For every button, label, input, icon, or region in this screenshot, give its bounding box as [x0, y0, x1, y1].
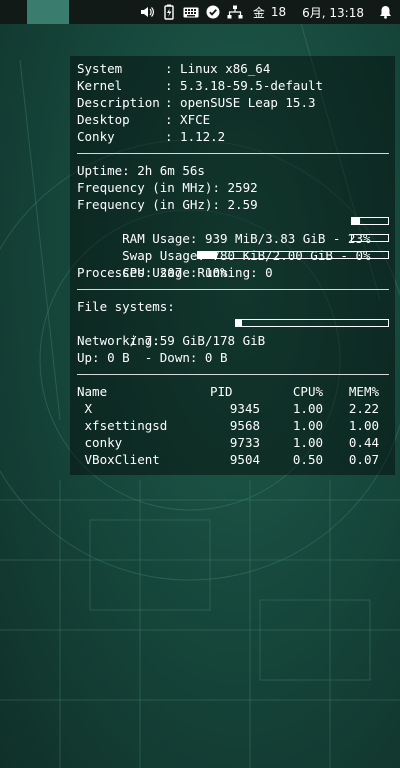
root-filesystem-bar-fill	[236, 320, 243, 326]
process-mem: 0.44	[348, 435, 379, 450]
bell-icon[interactable]	[376, 0, 394, 24]
divider	[77, 374, 389, 375]
column-header-mem: MEM%	[348, 384, 379, 399]
process-name: X	[77, 401, 93, 416]
process-cpu: 1.00	[292, 435, 323, 450]
info-key: System	[77, 61, 123, 76]
cpu-usage-row: CPU Usage: 10%	[77, 247, 395, 280]
divider	[77, 289, 389, 290]
process-row: X 9345 1.00 2.22	[77, 400, 395, 417]
column-header-name: Name	[77, 384, 108, 399]
ram-usage-row: RAM Usage: 939 MiB/3.83 GiB - 23%	[77, 213, 395, 246]
swap-usage-bar	[351, 234, 389, 242]
info-row-conky: Conky : 1.12.2	[77, 128, 395, 145]
workspace-button-active[interactable]	[27, 0, 69, 24]
process-pid: 9568	[229, 418, 260, 433]
column-header-cpu: CPU%	[292, 384, 323, 399]
clock-datetime[interactable]: 6月, 13:18	[302, 4, 364, 21]
ram-usage-bar-fill	[352, 218, 361, 224]
process-row: VBoxClient 9504 0.50 0.07	[77, 451, 395, 468]
battery-charging-icon[interactable]	[160, 0, 178, 24]
filesystems-label: File systems:	[77, 299, 175, 314]
filesystems-section: File systems: / 7.59 GiB/178 GiB Network…	[77, 298, 395, 366]
processes-text: Processes: 207 Running: 0	[77, 265, 273, 280]
process-row: xfsettingsd 9568 1.00 1.00	[77, 417, 395, 434]
info-row-description: Description : openSUSE Leap 15.3	[77, 94, 395, 111]
process-cpu: 1.00	[292, 401, 323, 416]
process-pid: 9345	[229, 401, 260, 416]
uptime-text: Uptime: 2h 6m 56s	[77, 163, 205, 178]
process-name: conky	[77, 435, 123, 450]
process-table: Name PID CPU% MEM% X 9345 1.00 2.22 xfse…	[77, 383, 395, 468]
cpu-usage-bar-fill	[198, 252, 217, 258]
process-name: VBoxClient	[77, 452, 160, 467]
stats-section: Uptime: 2h 6m 56s Frequency (in MHz): 25…	[77, 162, 395, 281]
divider	[77, 153, 389, 154]
info-row-system: System : Linux x86_64	[77, 60, 395, 77]
info-key: Conky	[77, 129, 115, 144]
info-key: Desktop	[77, 112, 130, 127]
column-header-pid: PID	[210, 384, 233, 399]
volume-icon[interactable]	[138, 0, 156, 24]
keyboard-icon[interactable]	[182, 0, 200, 24]
cpu-usage-bar	[197, 251, 389, 259]
process-name: xfsettingsd	[77, 418, 168, 433]
info-key: Description	[77, 95, 160, 110]
info-value: : Linux x86_64	[165, 61, 271, 76]
info-value: : 5.3.18-59.5-default	[165, 78, 324, 93]
process-pid: 9504	[229, 452, 260, 467]
process-cpu: 0.50	[292, 452, 323, 467]
clock-day-of-week[interactable]: 金	[253, 4, 265, 21]
process-cpu: 1.00	[292, 418, 323, 433]
info-value: : XFCE	[165, 112, 211, 127]
frequency-ghz-text: Frequency (in GHz): 2.59	[77, 197, 258, 212]
info-row-desktop: Desktop : XFCE	[77, 111, 395, 128]
clock-day[interactable]: 18	[271, 5, 286, 19]
process-mem: 0.07	[348, 452, 379, 467]
ram-usage-bar	[351, 217, 389, 225]
root-filesystem-bar	[235, 319, 389, 327]
process-table-header: Name PID CPU% MEM%	[77, 383, 395, 400]
conky-system-monitor: System : Linux x86_64 Kernel : 5.3.18-59.5…	[70, 56, 395, 475]
networking-label: Networking:	[77, 333, 160, 348]
info-row-kernel: Kernel : 5.3.18-59.5-default	[77, 77, 395, 94]
info-value: : openSUSE Leap 15.3	[165, 95, 316, 110]
info-value: : 1.12.2	[165, 129, 226, 144]
network-wired-icon[interactable]	[226, 0, 244, 24]
root-filesystem-row: / 7.59 GiB/178 GiB	[77, 315, 395, 348]
process-mem: 1.00	[348, 418, 379, 433]
info-key: Kernel	[77, 78, 123, 93]
frequency-mhz-text: Frequency (in MHz): 2592	[77, 180, 258, 195]
system-info-section: System : Linux x86_64 Kernel : 5.3.18-59.5…	[77, 60, 395, 145]
system-tray: 金 18 6月, 13:18	[134, 0, 400, 24]
process-pid: 9733	[229, 435, 260, 450]
check-circle-icon[interactable]	[204, 0, 222, 24]
process-mem: 2.22	[348, 401, 379, 416]
process-row: conky 9733 1.00 0.44	[77, 434, 395, 451]
top-panel: 金 18 6月, 13:18	[0, 0, 400, 24]
swap-usage-row: Swap Usage: 780 KiB/2.00 GiB - 0%	[77, 230, 395, 263]
network-traffic-text: Up: 0 B - Down: 0 B	[77, 350, 228, 365]
